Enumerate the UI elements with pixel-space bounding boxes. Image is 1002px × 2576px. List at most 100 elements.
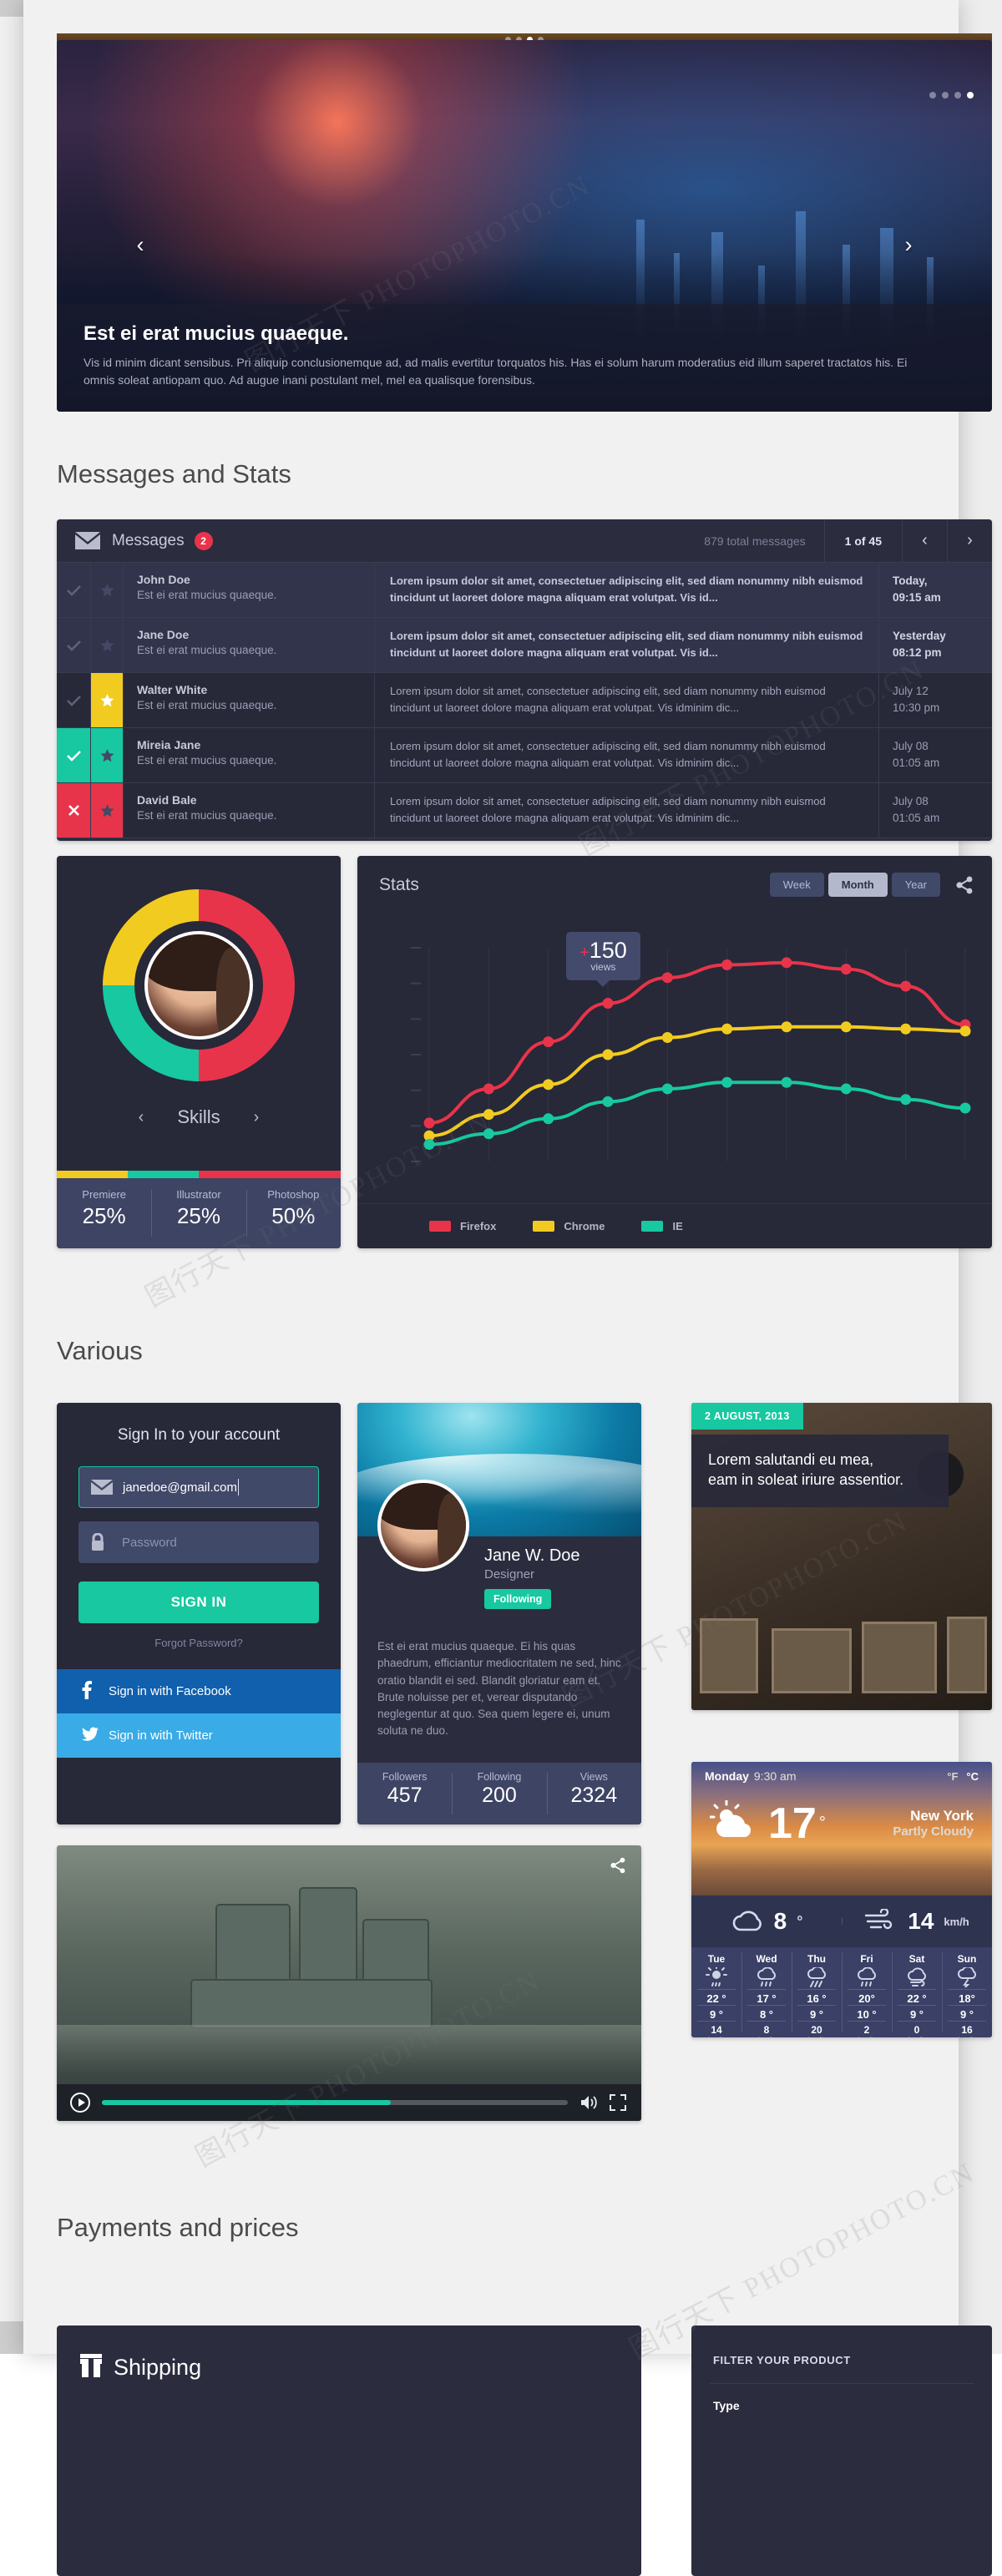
sun-shower-icon bbox=[691, 1966, 741, 1987]
message-sender-name: Walter White bbox=[137, 683, 208, 696]
table-row[interactable]: Mireia Jane Est ei erat mucius quaeque. Lo… bbox=[57, 728, 992, 783]
stats-range-toggle: Week Month Year bbox=[769, 873, 940, 897]
range-button-week[interactable]: Week bbox=[769, 873, 824, 897]
legend-item[interactable]: Chrome bbox=[533, 1220, 605, 1232]
forecast-low: 9 ° bbox=[797, 2005, 836, 2021]
message-checkbox[interactable] bbox=[57, 783, 90, 838]
message-subject: Est ei erat mucius quaeque. bbox=[137, 809, 277, 822]
video-progress-bar[interactable] bbox=[102, 2100, 568, 2105]
forecast-wind-unit: km/h bbox=[691, 2036, 741, 2037]
table-row[interactable]: David Bale Est ei erat mucius quaeque. Lor… bbox=[57, 783, 992, 838]
hero-dot-active[interactable] bbox=[967, 92, 974, 99]
blog-card[interactable]: 2 AUGUST, 2013 Lorem salutandi eu mea, e… bbox=[691, 1403, 992, 1710]
legend-swatch bbox=[533, 1221, 555, 1232]
shipping-panel: Shipping bbox=[57, 2325, 641, 2576]
follow-button[interactable]: Following bbox=[484, 1589, 552, 1609]
profile-stat: Following 200 bbox=[452, 1763, 546, 1824]
facebook-signin-label: Sign in with Facebook bbox=[109, 1684, 231, 1698]
cloud-icon bbox=[731, 1908, 764, 1936]
skill-name: Premiere bbox=[82, 1188, 127, 1201]
facebook-signin-button[interactable]: Sign in with Facebook bbox=[57, 1669, 341, 1713]
skills-prev-button[interactable]: ‹ bbox=[139, 1108, 144, 1127]
forecast-low: 9 ° bbox=[697, 2005, 736, 2021]
hero-prev-button[interactable]: ‹ bbox=[128, 232, 153, 257]
weather-unit-f[interactable]: °F bbox=[947, 1770, 958, 1783]
message-sender: David Bale Est ei erat mucius quaeque. bbox=[124, 783, 374, 838]
table-row[interactable]: Jane Doe Est ei erat mucius quaeque. Lorem… bbox=[57, 618, 992, 673]
forecast-low: 10 ° bbox=[848, 2005, 886, 2021]
twitter-signin-button[interactable]: Sign in with Twitter bbox=[57, 1713, 341, 1758]
profile-stat-value: 457 bbox=[387, 1784, 423, 1807]
skills-panel: ‹ Skills › Premiere 25% Illustrator 25% Phot… bbox=[57, 856, 341, 1248]
message-date-line1: Today, bbox=[893, 574, 928, 587]
forecast-day: Sun 18°9 °16km/h bbox=[942, 1947, 992, 2037]
forecast-wind-unit: km/h bbox=[942, 2036, 992, 2037]
skills-next-button[interactable]: › bbox=[254, 1108, 260, 1127]
twitter-icon bbox=[82, 1727, 99, 1744]
forecast-wind-unit: km/h bbox=[892, 2036, 942, 2037]
hero-carousel[interactable]: ‹ › Est ei erat mucius quaeque. Vis id m… bbox=[57, 40, 992, 412]
hero-title: Est ei erat mucius quaeque. bbox=[84, 321, 349, 345]
section-title-messages-stats: Messages and Stats bbox=[57, 459, 291, 488]
signin-submit-button[interactable]: SIGN IN bbox=[78, 1582, 319, 1623]
share-icon[interactable] bbox=[955, 876, 974, 894]
messages-prev-button[interactable]: ‹ bbox=[902, 519, 947, 563]
page-content: ‹ › Est ei erat mucius quaeque. Vis id m… bbox=[23, 0, 992, 2576]
sun-cloud-icon bbox=[709, 1799, 757, 1846]
email-value: janedoe@gmail.com bbox=[123, 1480, 237, 1495]
video-player[interactable] bbox=[57, 1845, 641, 2121]
message-star-icon[interactable] bbox=[90, 783, 124, 838]
weather-current: Monday 9:30 am °F °C 17 ° New York Partl… bbox=[691, 1762, 992, 1895]
weather-unit-c[interactable]: °C bbox=[966, 1770, 979, 1783]
messages-list: John Doe Est ei erat mucius quaeque. Lorem… bbox=[57, 563, 992, 838]
legend-item[interactable]: Firefox bbox=[429, 1220, 496, 1232]
forecast-wind-unit: km/h bbox=[741, 2036, 792, 2037]
avatar bbox=[144, 931, 253, 1040]
forecast-high: 22 ° bbox=[898, 1989, 936, 2005]
hero-next-button[interactable]: › bbox=[896, 232, 921, 257]
legend-item[interactable]: IE bbox=[641, 1220, 683, 1232]
message-sender-name: Jane Doe bbox=[137, 628, 190, 641]
message-preview: Lorem ipsum dolor sit amet, consectetuer… bbox=[374, 783, 878, 838]
range-button-month[interactable]: Month bbox=[827, 873, 888, 897]
messages-next-button[interactable]: › bbox=[947, 519, 992, 563]
messages-total-count: 879 total messages bbox=[704, 534, 806, 548]
message-star-icon[interactable] bbox=[90, 728, 124, 782]
skills-bar-segment bbox=[199, 1171, 341, 1178]
weather-wind-unit: km/h bbox=[944, 1915, 969, 1928]
table-row[interactable]: John Doe Est ei erat mucius quaeque. Lorem… bbox=[57, 563, 992, 618]
profile-stat-value: 2324 bbox=[570, 1784, 618, 1807]
profile-stat-label: Views bbox=[579, 1771, 608, 1783]
hero-dot[interactable] bbox=[929, 92, 936, 99]
filter-panel: FILTER YOUR PRODUCT Type bbox=[691, 2325, 992, 2576]
range-button-year[interactable]: Year bbox=[891, 873, 940, 897]
hero-caption: Est ei erat mucius quaeque. Vis id minim… bbox=[57, 303, 992, 412]
password-field[interactable]: Password bbox=[78, 1521, 319, 1563]
play-icon[interactable] bbox=[70, 2093, 90, 2113]
skills-bar-segment bbox=[128, 1171, 199, 1178]
message-checkbox[interactable] bbox=[57, 728, 90, 782]
weather-temp: 17 bbox=[768, 1799, 817, 1848]
message-subject: Est ei erat mucius quaeque. bbox=[137, 644, 277, 656]
message-star-icon[interactable] bbox=[90, 563, 124, 617]
message-checkbox[interactable] bbox=[57, 673, 90, 727]
message-star-icon[interactable] bbox=[90, 673, 124, 727]
forecast-wind: 2 bbox=[848, 2021, 886, 2036]
hero-dot[interactable] bbox=[942, 92, 949, 99]
volume-icon[interactable] bbox=[579, 2094, 598, 2111]
share-icon[interactable] bbox=[610, 1857, 626, 1874]
wind-icon bbox=[864, 1907, 898, 1935]
message-star-icon[interactable] bbox=[90, 618, 124, 672]
email-field[interactable]: janedoe@gmail.com bbox=[78, 1466, 319, 1508]
signin-title: Sign In to your account bbox=[117, 1426, 281, 1444]
blog-headline-line1: Lorem salutandi eu mea, bbox=[708, 1451, 874, 1468]
hero-dot[interactable] bbox=[954, 92, 961, 99]
table-row[interactable]: Walter White Est ei erat mucius quaeque. L… bbox=[57, 673, 992, 728]
message-checkbox[interactable] bbox=[57, 618, 90, 672]
fullscreen-icon[interactable] bbox=[610, 2094, 628, 2111]
weather-low-temp: 8 ° bbox=[691, 1908, 842, 1936]
message-checkbox[interactable] bbox=[57, 563, 90, 617]
forgot-password-link[interactable]: Forgot Password? bbox=[57, 1623, 341, 1649]
message-date-line2: 01:05 am bbox=[893, 812, 940, 825]
forecast-high: 22 ° bbox=[697, 1989, 736, 2005]
